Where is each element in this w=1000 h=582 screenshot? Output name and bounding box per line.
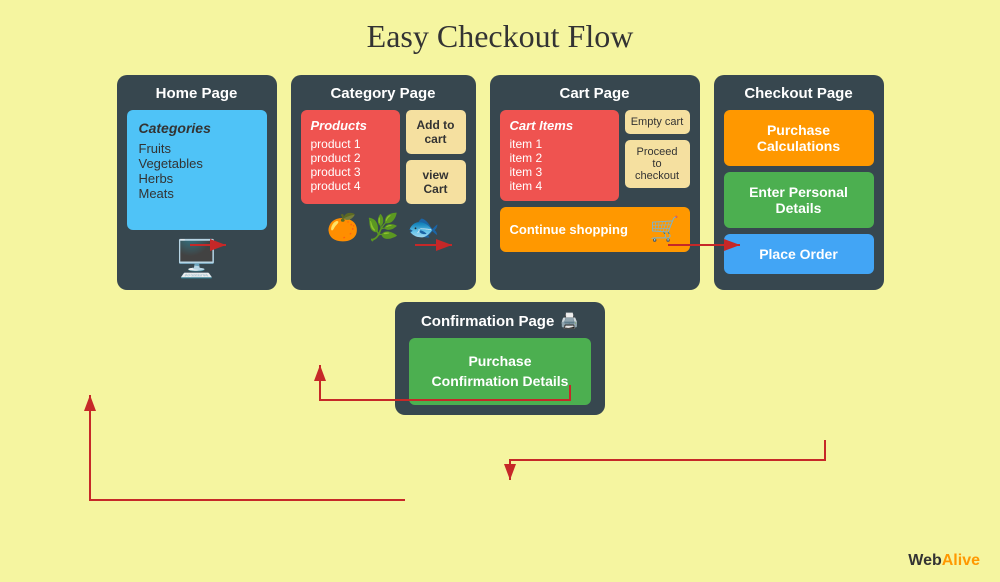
page-title: Easy Checkout Flow [0, 0, 1000, 65]
computer-icon: 🖥️ [127, 238, 267, 280]
cart-items-title: Cart Items [510, 118, 609, 133]
category-page-card: Category Page Products product 1 product… [291, 75, 476, 290]
home-item-fruits: Fruits [139, 141, 255, 156]
confirmation-section: Confirmation Page 🖨️ Purchase Confirmati… [0, 302, 1000, 415]
branding: WebAlive [908, 552, 980, 570]
checkout-title: Checkout Page [724, 85, 874, 102]
continue-shopping-button[interactable]: Continue shopping 🛒 [500, 207, 690, 252]
place-order-button[interactable]: Place Order [724, 234, 874, 274]
continue-shopping-text: Continue shopping [510, 222, 642, 237]
fish-icon: 🐟 [407, 212, 439, 243]
checkout-page-card: Checkout Page Purchase Calculations Ente… [714, 75, 884, 290]
home-item-herbs: Herbs [139, 171, 255, 186]
herb-icon: 🌿 [367, 212, 399, 243]
cart-item-4: item 4 [510, 179, 609, 193]
cart-side-buttons: Empty cart Proceed to checkout [625, 110, 690, 201]
confirmation-page-card: Confirmation Page 🖨️ Purchase Confirmati… [395, 302, 605, 415]
category-content: Products product 1 product 2 product 3 p… [301, 110, 466, 204]
printer-icon: 🖨️ [560, 312, 579, 330]
cart-title: Cart Page [500, 85, 690, 102]
apple-icon: 🍊 [326, 212, 358, 243]
product-3: product 3 [311, 165, 390, 179]
home-item-meats: Meats [139, 186, 255, 201]
category-buttons: Add to cart view Cart [406, 110, 466, 204]
proceed-checkout-button[interactable]: Proceed to checkout [625, 140, 690, 188]
home-inner: Categories Fruits Vegetables Herbs Meats [127, 110, 267, 230]
products-box: Products product 1 product 2 product 3 p… [301, 110, 400, 204]
home-item-vegetables: Vegetables [139, 156, 255, 171]
products-title: Products [311, 118, 390, 133]
home-page-card: Home Page Categories Fruits Vegetables H… [117, 75, 277, 290]
product-1: product 1 [311, 137, 390, 151]
cart-item-2: item 2 [510, 151, 609, 165]
empty-cart-button[interactable]: Empty cart [625, 110, 690, 134]
view-cart-button[interactable]: view Cart [406, 160, 466, 204]
enter-personal-details-button[interactable]: Enter Personal Details [724, 172, 874, 228]
confirmation-title: Confirmation Page 🖨️ [409, 312, 591, 330]
purchase-calculations-button[interactable]: Purchase Calculations [724, 110, 874, 166]
purchase-confirmation-details-button[interactable]: Purchase Confirmation Details [409, 338, 591, 405]
cart-item-3: item 3 [510, 165, 609, 179]
home-title: Home Page [127, 85, 267, 102]
cart-content: Cart Items item 1 item 2 item 3 item 4 E… [500, 110, 690, 201]
product-2: product 2 [311, 151, 390, 165]
brand-web: Web [908, 552, 941, 569]
cart-item-1: item 1 [510, 137, 609, 151]
category-title: Category Page [301, 85, 466, 102]
shopping-cart-icon: 🛒 [650, 215, 680, 244]
product-emojis: 🍊 🌿 🐟 [301, 212, 466, 243]
cart-page-card: Cart Page Cart Items item 1 item 2 item … [490, 75, 700, 290]
categories-title: Categories [139, 120, 255, 136]
flow-container: Home Page Categories Fruits Vegetables H… [0, 65, 1000, 290]
product-4: product 4 [311, 179, 390, 193]
brand-alive: Alive [942, 552, 980, 569]
add-to-cart-button[interactable]: Add to cart [406, 110, 466, 154]
cart-items-box: Cart Items item 1 item 2 item 3 item 4 [500, 110, 619, 201]
